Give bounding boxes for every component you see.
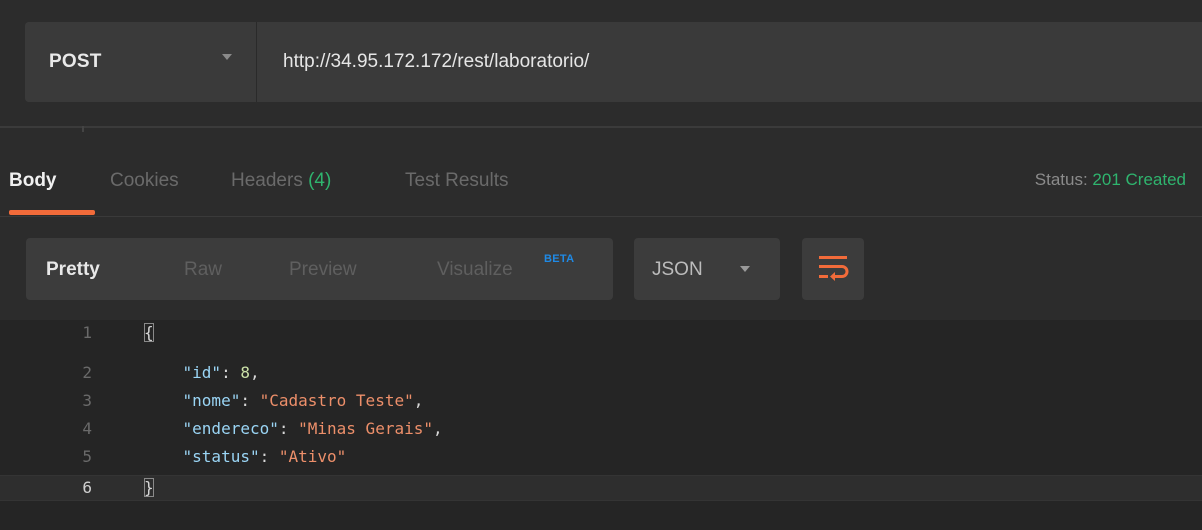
response-tabs: Body Cookies Headers (4) Test Results St… xyxy=(0,160,1202,215)
line-number: 6 xyxy=(82,478,92,497)
json-key: "nome" xyxy=(182,391,241,410)
code-line: 3 "nome": "Cadastro Teste", xyxy=(0,391,1202,413)
brace-close: } xyxy=(144,478,154,497)
tab-test-results[interactable]: Test Results xyxy=(405,170,508,192)
line-number: 1 xyxy=(82,323,92,342)
line-number: 5 xyxy=(82,447,92,466)
code-text: "nome": "Cadastro Teste", xyxy=(182,391,424,410)
method-select[interactable]: POST xyxy=(25,22,257,102)
json-key: "endereco" xyxy=(182,419,279,438)
wrap-lines-button[interactable] xyxy=(802,238,864,300)
code-line: 5 "status": "Ativo" xyxy=(0,447,1202,469)
json-value: "Minas Gerais" xyxy=(298,419,433,438)
json-trail: , xyxy=(413,391,424,410)
url-input[interactable]: http://34.95.172.172/rest/laboratorio/ xyxy=(283,51,589,73)
view-visualize-button[interactable]: Visualize BETA xyxy=(437,253,574,281)
active-tab-indicator xyxy=(9,210,95,215)
headers-count-badge: (4) xyxy=(308,170,332,191)
json-key: "id" xyxy=(182,363,222,382)
code-line-current: 6 } xyxy=(0,475,1202,501)
status-label: Status: xyxy=(1034,170,1088,189)
tab-headers-label: Headers xyxy=(231,170,303,191)
request-bar: POST http://34.95.172.172/rest/laborator… xyxy=(25,22,1202,102)
tab-headers[interactable]: Headers (4) xyxy=(231,170,331,192)
code-text: { xyxy=(144,323,154,342)
json-value: 8 xyxy=(240,363,250,382)
json-key: "status" xyxy=(182,447,260,466)
response-body-code[interactable]: 1 { 2 "id": 8, 3 "nome": "Cadastro Teste… xyxy=(0,320,1202,530)
divider xyxy=(0,126,1202,128)
format-label: JSON xyxy=(652,259,703,280)
view-pretty-button[interactable]: Pretty xyxy=(46,259,100,281)
tabs-border xyxy=(0,216,1202,217)
view-raw-button[interactable]: Raw xyxy=(184,259,222,281)
code-text: "endereco": "Minas Gerais", xyxy=(182,419,443,438)
json-value: "Cadastro Teste" xyxy=(259,391,414,410)
code-text: "status": "Ativo" xyxy=(182,447,347,466)
json-trail: , xyxy=(249,363,260,382)
wrap-lines-icon xyxy=(819,256,849,281)
code-line: 2 "id": 8, xyxy=(0,363,1202,385)
method-label: POST xyxy=(49,51,102,72)
tab-body[interactable]: Body xyxy=(9,170,57,192)
code-line: 4 "endereco": "Minas Gerais", xyxy=(0,419,1202,441)
view-mode-group: Pretty Raw Preview Visualize BETA xyxy=(26,238,613,300)
caret-down-icon xyxy=(740,266,750,272)
tab-cookies[interactable]: Cookies xyxy=(110,170,179,192)
beta-badge: BETA xyxy=(544,253,575,265)
line-number: 2 xyxy=(82,363,92,382)
json-trail: , xyxy=(432,419,443,438)
code-text: } xyxy=(144,478,154,497)
json-value: "Ativo" xyxy=(278,447,347,466)
resize-handle[interactable] xyxy=(82,126,84,132)
line-number: 3 xyxy=(82,391,92,410)
format-select[interactable]: JSON xyxy=(634,238,780,300)
code-line: 1 { xyxy=(0,323,1202,345)
brace-open: { xyxy=(144,323,154,342)
line-number: 4 xyxy=(82,419,92,438)
status-indicator: Status: 201 Created xyxy=(1035,170,1186,190)
view-preview-button[interactable]: Preview xyxy=(289,259,357,281)
caret-down-icon xyxy=(222,54,232,60)
visualize-label: Visualize xyxy=(437,259,513,280)
code-text: "id": 8, xyxy=(182,363,260,382)
status-value: 201 Created xyxy=(1092,170,1186,189)
